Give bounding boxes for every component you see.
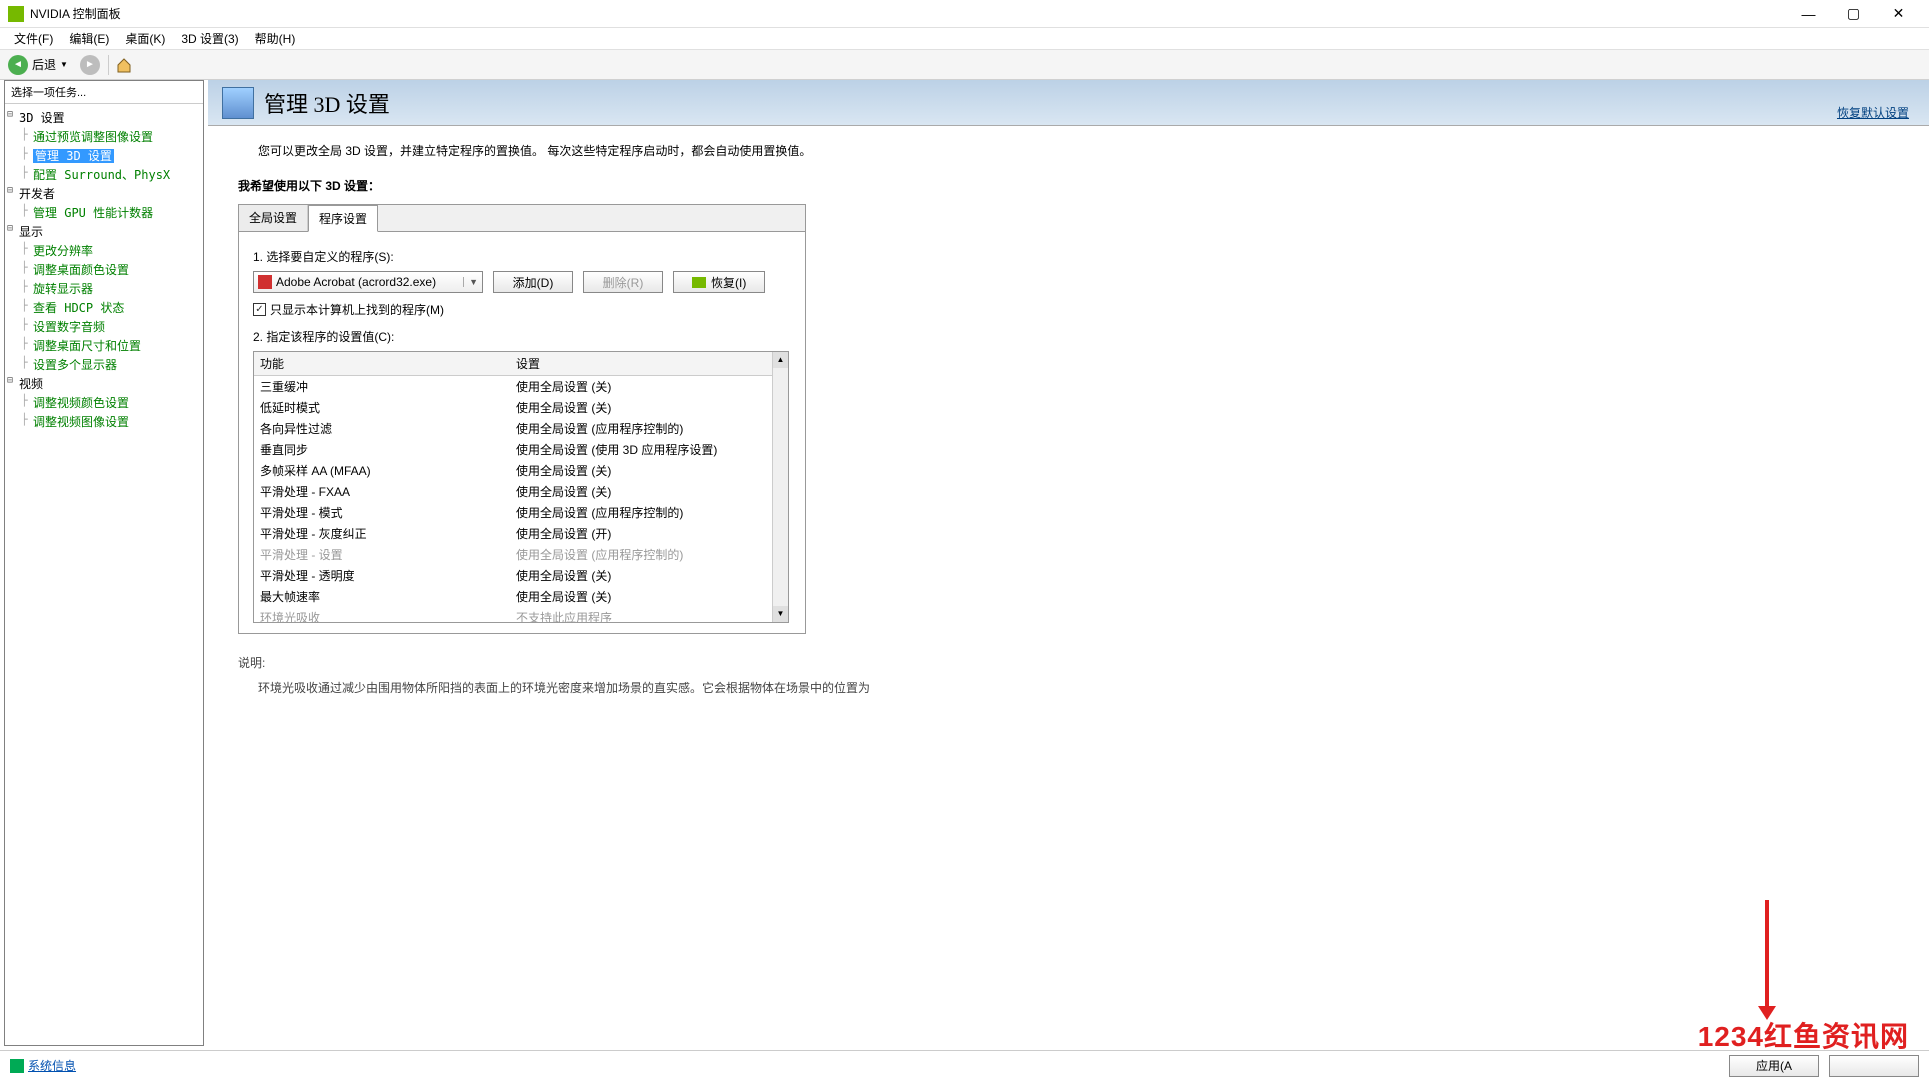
settings-row[interactable]: 多帧采样 AA (MFAA)使用全局设置 (关) bbox=[254, 460, 788, 481]
tree-cat-3d[interactable]: 3D 设置 bbox=[5, 108, 203, 127]
nav-back-dropdown[interactable]: ▼ bbox=[60, 60, 68, 69]
footer: 系统信息 应用(A bbox=[0, 1050, 1929, 1080]
section-label: 我希望使用以下 3D 设置： bbox=[238, 177, 1899, 194]
tree-leaf-multimon[interactable]: 设置多个显示器 bbox=[5, 355, 203, 374]
settings-row[interactable]: 平滑处理 - 灰度纠正使用全局设置 (开) bbox=[254, 523, 788, 544]
tree-cat-video[interactable]: 视频 bbox=[5, 374, 203, 393]
description-label: 说明: bbox=[238, 654, 1899, 671]
footer-button2[interactable] bbox=[1829, 1055, 1919, 1077]
tree-leaf-desksize[interactable]: 调整桌面尺寸和位置 bbox=[5, 336, 203, 355]
acrobat-icon bbox=[258, 275, 272, 289]
settings-row[interactable]: 最大帧速率使用全局设置 (关) bbox=[254, 586, 788, 607]
sysinfo-icon bbox=[10, 1059, 24, 1073]
remove-button[interactable]: 删除(R) bbox=[583, 271, 663, 293]
nvidia-small-icon bbox=[692, 277, 706, 288]
annotation-arrow bbox=[1765, 900, 1769, 1010]
settings-row[interactable]: 三重缓冲使用全局设置 (关) bbox=[254, 376, 788, 397]
menu-edit[interactable]: 编辑(E) bbox=[61, 28, 117, 49]
step1-label: 1. 选择要自定义的程序(S): bbox=[253, 248, 791, 265]
menu-file[interactable]: 文件(F) bbox=[6, 28, 61, 49]
menu-desktop[interactable]: 桌面(K) bbox=[117, 28, 173, 49]
titlebar: NVIDIA 控制面板 — ▢ ✕ bbox=[0, 0, 1929, 28]
only-found-label: 只显示本计算机上找到的程序(M) bbox=[270, 301, 444, 318]
tree-leaf-rotate[interactable]: 旋转显示器 bbox=[5, 279, 203, 298]
settings-row[interactable]: 平滑处理 - 模式使用全局设置 (应用程序控制的) bbox=[254, 502, 788, 523]
settings-row[interactable]: 各向异性过滤使用全局设置 (应用程序控制的) bbox=[254, 418, 788, 439]
menu-help[interactable]: 帮助(H) bbox=[247, 28, 304, 49]
settings-row[interactable]: 环境光吸收不支持此应用程序 bbox=[254, 607, 788, 622]
scroll-up-icon[interactable]: ▲ bbox=[773, 352, 788, 368]
tree-leaf-preview[interactable]: 通过预览调整图像设置 bbox=[5, 127, 203, 146]
page-header-icon bbox=[222, 87, 254, 119]
tree-leaf-gpucounter[interactable]: 管理 GPU 性能计数器 bbox=[5, 203, 203, 222]
settings-row[interactable]: 低延时模式使用全局设置 (关) bbox=[254, 397, 788, 418]
page-header: 管理 3D 设置 恢复默认设置 bbox=[208, 80, 1929, 126]
content-pane: 管理 3D 设置 恢复默认设置 您可以更改全局 3D 设置，并建立特定程序的置换… bbox=[208, 80, 1929, 1050]
close-button[interactable]: ✕ bbox=[1876, 0, 1921, 28]
nav-back-button[interactable]: ◄ bbox=[8, 55, 28, 75]
settings-row[interactable]: 平滑处理 - 设置使用全局设置 (应用程序控制的) bbox=[254, 544, 788, 565]
tab-program[interactable]: 程序设置 bbox=[308, 205, 378, 232]
nav-back-label: 后退 bbox=[32, 56, 56, 73]
dropdown-icon: ▼ bbox=[463, 277, 478, 287]
description-text: 环境光吸收通过减少由围用物体所阳挡的表面上的环境光密度来增加场景的直实感。它会根… bbox=[258, 679, 1879, 696]
menu-3d[interactable]: 3D 设置(3) bbox=[173, 28, 246, 49]
sysinfo-link[interactable]: 系统信息 bbox=[28, 1057, 76, 1074]
tree-leaf-vidcolor[interactable]: 调整视频颜色设置 bbox=[5, 393, 203, 412]
col-header-setting: 设置 bbox=[510, 352, 788, 375]
nvidia-logo-icon bbox=[8, 6, 24, 22]
program-select[interactable]: Adobe Acrobat (acrord32.exe) ▼ bbox=[253, 271, 483, 293]
tree-cat-dev[interactable]: 开发者 bbox=[5, 184, 203, 203]
apply-button[interactable]: 应用(A bbox=[1729, 1055, 1819, 1077]
tree-leaf-resolution[interactable]: 更改分辨率 bbox=[5, 241, 203, 260]
tree-cat-display[interactable]: 显示 bbox=[5, 222, 203, 241]
grid-scrollbar[interactable]: ▲ ▼ bbox=[772, 352, 788, 622]
scroll-down-icon[interactable]: ▼ bbox=[773, 606, 788, 622]
tree-leaf-hdcp[interactable]: 查看 HDCP 状态 bbox=[5, 298, 203, 317]
task-tree: 3D 设置 通过预览调整图像设置 管理 3D 设置 配置 Surround、Ph… bbox=[5, 104, 203, 435]
col-header-feature: 功能 bbox=[254, 352, 510, 375]
page-intro: 您可以更改全局 3D 设置，并建立特定程序的置换值。 每次这些特定程序启动时，都… bbox=[258, 142, 1899, 159]
add-button[interactable]: 添加(D) bbox=[493, 271, 573, 293]
window-title: NVIDIA 控制面板 bbox=[30, 5, 1786, 22]
only-found-checkbox[interactable]: ✓ bbox=[253, 303, 266, 316]
restore-button[interactable]: 恢复(I) bbox=[673, 271, 765, 293]
nav-forward-button[interactable]: ► bbox=[80, 55, 100, 75]
menubar: 文件(F) 编辑(E) 桌面(K) 3D 设置(3) 帮助(H) bbox=[0, 28, 1929, 50]
step2-label: 2. 指定该程序的设置值(C): bbox=[253, 328, 791, 345]
watermark-text: 1234红鱼资讯网 bbox=[1698, 1015, 1909, 1055]
sidebar: 选择一项任务... 3D 设置 通过预览调整图像设置 管理 3D 设置 配置 S… bbox=[4, 80, 204, 1046]
settings-row[interactable]: 平滑处理 - FXAA使用全局设置 (关) bbox=[254, 481, 788, 502]
toolbar-separator bbox=[108, 55, 109, 75]
restore-defaults-link[interactable]: 恢复默认设置 bbox=[1837, 104, 1909, 121]
tree-leaf-surround[interactable]: 配置 Surround、PhysX bbox=[5, 165, 203, 184]
tree-leaf-desktopcolor[interactable]: 调整桌面颜色设置 bbox=[5, 260, 203, 279]
toolbar: ◄ 后退 ▼ ► bbox=[0, 50, 1929, 80]
page-title: 管理 3D 设置 bbox=[264, 87, 390, 119]
program-select-value: Adobe Acrobat (acrord32.exe) bbox=[276, 275, 436, 289]
sidebar-header: 选择一项任务... bbox=[5, 81, 203, 104]
maximize-button[interactable]: ▢ bbox=[1831, 0, 1876, 28]
settings-row[interactable]: 平滑处理 - 透明度使用全局设置 (关) bbox=[254, 565, 788, 586]
settings-tabs: 全局设置 程序设置 1. 选择要自定义的程序(S): Adobe Acrobat… bbox=[238, 204, 806, 634]
tree-leaf-digaudio[interactable]: 设置数字音频 bbox=[5, 317, 203, 336]
tree-leaf-vidimage[interactable]: 调整视频图像设置 bbox=[5, 412, 203, 431]
settings-row[interactable]: 垂直同步使用全局设置 (使用 3D 应用程序设置) bbox=[254, 439, 788, 460]
tree-leaf-manage3d[interactable]: 管理 3D 设置 bbox=[5, 146, 203, 165]
home-icon[interactable] bbox=[115, 56, 133, 74]
tab-global[interactable]: 全局设置 bbox=[239, 205, 308, 231]
settings-grid: 功能 设置 三重缓冲使用全局设置 (关)低延时模式使用全局设置 (关)各向异性过… bbox=[253, 351, 789, 623]
minimize-button[interactable]: — bbox=[1786, 0, 1831, 28]
